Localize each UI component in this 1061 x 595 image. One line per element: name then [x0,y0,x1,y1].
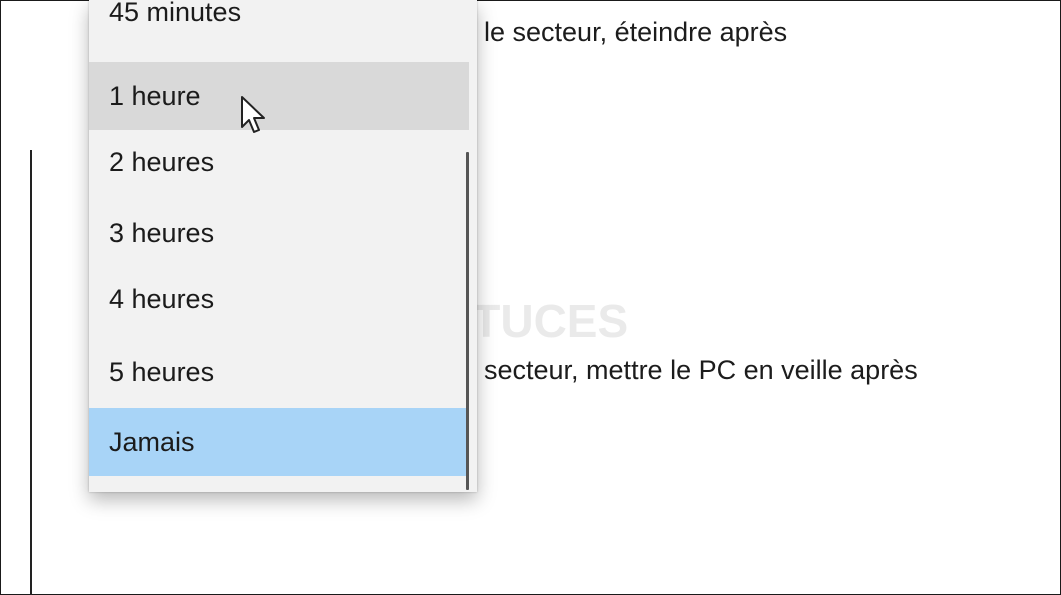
option-jamais[interactable]: Jamais [89,408,469,476]
dropdown-scrollbar[interactable] [466,152,469,490]
timeout-dropdown-menu[interactable]: 45 minutes 1 heure 2 heures 3 heures 4 h… [89,0,477,492]
option-1-heure[interactable]: 1 heure [89,62,469,130]
option-5-heures[interactable]: 5 heures [89,338,469,406]
option-45-minutes[interactable]: 45 minutes [89,0,469,46]
option-2-heures[interactable]: 2 heures [89,128,469,196]
window-edge-line [30,150,32,595]
arrow-cursor-icon [241,96,265,133]
option-3-heures[interactable]: 3 heures [89,199,469,267]
option-4-heures[interactable]: 4 heures [89,265,469,333]
setting-sleep-label: secteur, mettre le PC en veille après [484,355,918,385]
setting-turn-off-label: le secteur, éteindre après [484,17,788,47]
